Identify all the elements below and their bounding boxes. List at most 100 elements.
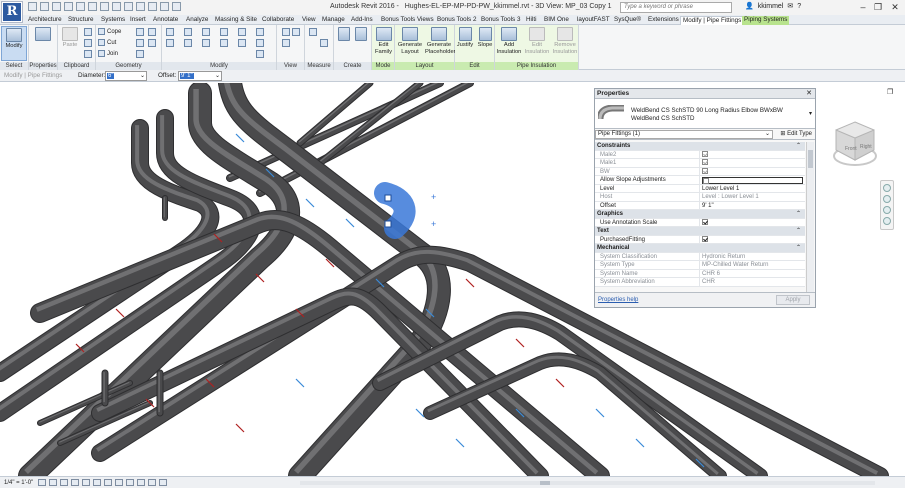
collapse-icon[interactable]: ⌃: [796, 227, 801, 236]
connector-grip[interactable]: [384, 194, 392, 202]
section-icon[interactable]: [124, 2, 133, 11]
show-crop-icon[interactable]: [104, 479, 112, 486]
highlight-displacement-icon[interactable]: [159, 479, 167, 486]
properties-title-bar[interactable]: Properties ✕: [595, 89, 815, 99]
view-scale[interactable]: 1/4" = 1'-0": [4, 480, 33, 486]
justify-button[interactable]: Justify: [455, 26, 475, 61]
pipe-main-1[interactable]: [218, 83, 451, 476]
split-face-icon[interactable]: [148, 28, 156, 36]
type-selector[interactable]: WeldBend CS SchSTD 90 Long Radius Elbow …: [595, 99, 815, 129]
tab-architecture[interactable]: Architecture: [26, 16, 64, 25]
zoom-icon[interactable]: [883, 195, 891, 203]
cut-geometry-button[interactable]: Cut: [98, 39, 116, 46]
user-name[interactable]: kkimmel: [758, 3, 784, 10]
dimension-icon[interactable]: [320, 39, 328, 47]
properties-scrollbar[interactable]: [806, 142, 814, 293]
open-icon[interactable]: [28, 2, 37, 11]
property-group-mechanical[interactable]: Mechanical ⌃: [595, 244, 805, 253]
chevron-down-icon[interactable]: ▾: [809, 110, 812, 117]
join-button[interactable]: Join: [98, 50, 118, 57]
paste-button[interactable]: Paste: [59, 26, 81, 61]
move-icon[interactable]: [166, 39, 174, 47]
diameter-select[interactable]: 6" ⌄: [105, 71, 147, 81]
scrollbar-thumb[interactable]: [540, 481, 550, 485]
add-connector-icon[interactable]: +: [431, 219, 436, 229]
tab-layoutfast[interactable]: layoutFAST: [575, 16, 612, 25]
mirror-axis-icon[interactable]: [202, 28, 210, 36]
remove-paint-icon[interactable]: [148, 39, 156, 47]
edit-type-button[interactable]: ⊞ Edit Type: [780, 130, 812, 139]
selection-box-icon[interactable]: [282, 39, 290, 47]
tab-manage[interactable]: Manage: [320, 16, 347, 25]
override-icon[interactable]: [292, 28, 300, 36]
edit-insulation-button[interactable]: Edit Insulation: [523, 26, 551, 61]
slope-button[interactable]: Slope: [475, 26, 495, 61]
measure-icon[interactable]: [88, 2, 97, 11]
pin-icon[interactable]: [256, 39, 264, 47]
wall-joins-icon[interactable]: [136, 28, 144, 36]
minimize-button[interactable]: –: [856, 1, 870, 13]
orbit-icon[interactable]: [883, 217, 891, 225]
render-icon[interactable]: [82, 479, 90, 486]
shadows-icon[interactable]: [71, 479, 79, 486]
redo-icon[interactable]: [64, 2, 73, 11]
save-icon[interactable]: [40, 2, 49, 11]
offset-input[interactable]: 9' 1" ⌄: [178, 71, 222, 81]
generate-layout-button[interactable]: Generate Layout: [396, 26, 424, 61]
collapse-icon[interactable]: ⌃: [796, 210, 801, 219]
measure-tool-icon[interactable]: [309, 28, 317, 36]
split-icon[interactable]: [238, 28, 246, 36]
cope-button[interactable]: Cope: [98, 28, 121, 35]
create-assembly-button[interactable]: [336, 26, 352, 61]
close-icon[interactable]: ✕: [806, 89, 812, 99]
viewcube[interactable]: Front Right: [832, 120, 878, 170]
tab-bonus-tools-2[interactable]: Bonus Tools 2: [435, 16, 478, 25]
match-icon[interactable]: [84, 50, 92, 58]
tab-hilti[interactable]: Hilti: [524, 16, 539, 25]
tab-add-ins[interactable]: Add-Ins: [349, 16, 375, 25]
modify-button[interactable]: Modify: [1, 26, 27, 61]
tab-view[interactable]: View: [300, 16, 318, 25]
apply-button[interactable]: Apply: [776, 295, 810, 305]
tab-bonus-tools-views[interactable]: Bonus Tools Views: [379, 16, 436, 25]
hide-icon[interactable]: [282, 28, 290, 36]
cut-icon[interactable]: [84, 28, 92, 36]
paint-icon[interactable]: [136, 39, 144, 47]
property-value[interactable]: [699, 176, 803, 184]
tab-structure[interactable]: Structure: [66, 16, 96, 25]
checkbox[interactable]: [702, 218, 708, 225]
delete-icon[interactable]: [256, 50, 264, 58]
customize-qat-icon[interactable]: [172, 2, 181, 11]
checkbox[interactable]: [703, 177, 709, 184]
horizontal-scrollbar[interactable]: [300, 481, 875, 485]
selected-elbow-fitting[interactable]: [374, 182, 416, 239]
tab-extensions[interactable]: Extensions: [646, 16, 681, 25]
collapse-icon[interactable]: ⌃: [796, 142, 801, 151]
visual-style-icon[interactable]: [49, 479, 57, 486]
pan-icon[interactable]: [883, 206, 891, 214]
add-connector-icon[interactable]: +: [431, 192, 436, 202]
generate-placeholder-button[interactable]: Generate Placeholder: [425, 26, 456, 61]
connector-grip[interactable]: [384, 220, 392, 228]
scrollbar-thumb[interactable]: [808, 150, 813, 168]
restore-view-icon[interactable]: ❐: [887, 88, 893, 96]
reveal-hidden-icon[interactable]: [137, 479, 145, 486]
tab-massing-site[interactable]: Massing & Site: [213, 16, 259, 25]
sun-path-icon[interactable]: [60, 479, 68, 486]
tab-modify-pipe-fittings[interactable]: Modify | Pipe Fittings: [680, 16, 745, 25]
exchange-icon[interactable]: ✉: [787, 2, 793, 10]
tab-insert[interactable]: Insert: [128, 16, 148, 25]
scale-icon[interactable]: [256, 28, 264, 36]
remove-insulation-button[interactable]: Remove Insulation: [551, 26, 579, 61]
search-input[interactable]: Type a keyword or phrase: [620, 2, 732, 13]
tab-analyze[interactable]: Analyze: [184, 16, 210, 25]
temp-hide-icon[interactable]: [126, 479, 134, 486]
tab-annotate[interactable]: Annotate: [151, 16, 180, 25]
demolish-icon[interactable]: [136, 50, 144, 58]
close-button[interactable]: ✕: [888, 1, 902, 13]
undo-icon[interactable]: [52, 2, 61, 11]
text-icon[interactable]: [100, 2, 109, 11]
align-icon[interactable]: [166, 28, 174, 36]
detail-level-icon[interactable]: [38, 479, 46, 486]
tab-bim-one[interactable]: BIM One: [542, 16, 571, 25]
